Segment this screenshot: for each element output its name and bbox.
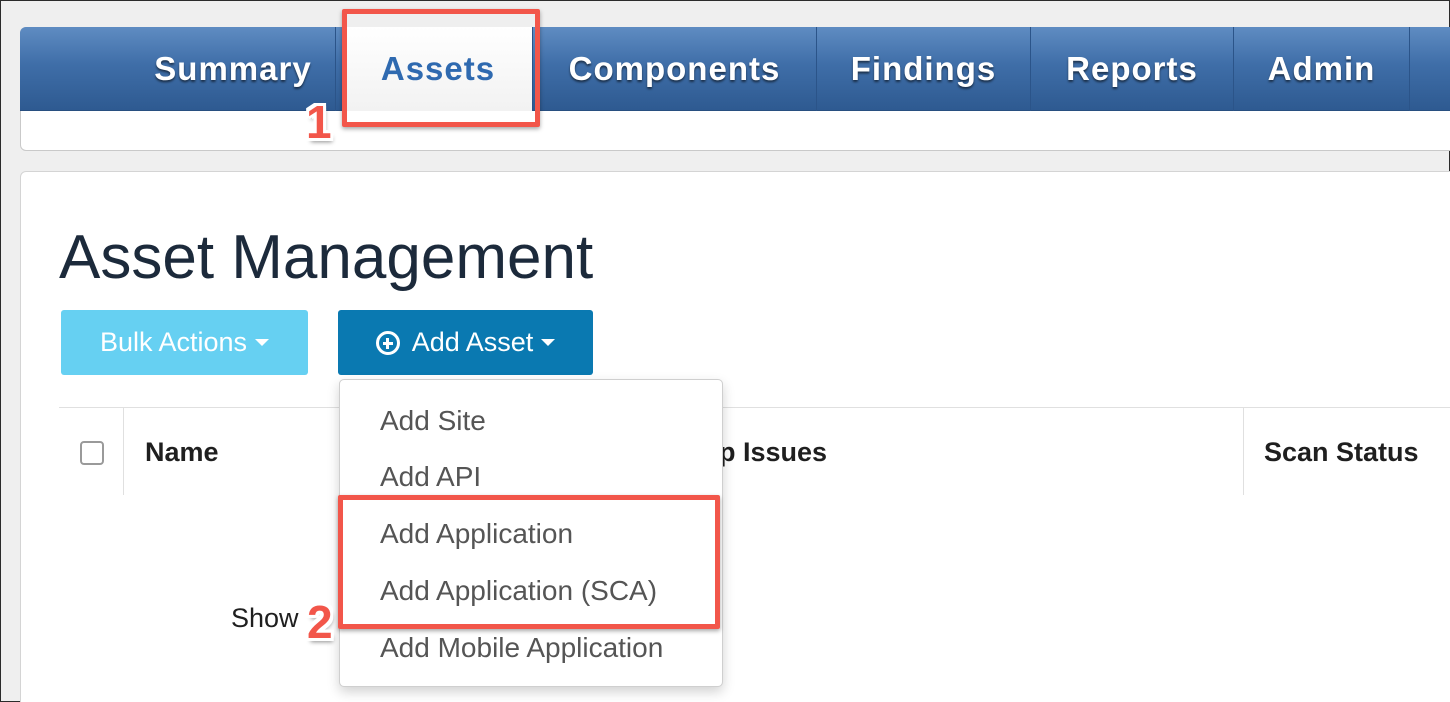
caret-down-icon [255,339,270,346]
tab-reports[interactable]: Reports [1031,27,1234,111]
add-asset-label: Add Asset [411,327,534,357]
tab-findings[interactable]: Findings [817,27,1031,111]
menu-item-add-site[interactable]: Add Site [380,405,486,437]
menu-item-add-application[interactable]: Add Application [380,518,573,550]
column-divider [123,407,124,495]
add-asset-button[interactable]: Add Asset [338,310,593,375]
column-header-issues[interactable]: p Issues [719,437,827,468]
menu-item-add-application-sca[interactable]: Add Application (SCA) [380,575,657,607]
show-entries-label: Show [231,603,299,633]
column-header-scan-status[interactable]: Scan Status [1264,437,1419,468]
plus-circle-icon [375,330,400,355]
bulk-actions-button[interactable]: Bulk Actions [61,310,308,375]
page-title: Asset Management [59,223,594,292]
column-divider [1243,407,1244,495]
step-1-number: 1 [306,96,332,148]
bulk-actions-label: Bulk Actions [99,327,248,357]
select-all-checkbox[interactable] [80,441,104,465]
tab-assets[interactable]: Assets [344,27,532,111]
tab-admin[interactable]: Admin [1234,27,1410,111]
tab-components[interactable]: Components [532,27,817,111]
caret-down-icon [541,339,556,346]
menu-item-add-mobile-application[interactable]: Add Mobile Application [380,632,663,664]
column-header-name[interactable]: Name [145,437,219,468]
step-2-number: 2 [307,596,333,648]
menu-item-add-api[interactable]: Add API [380,461,481,493]
